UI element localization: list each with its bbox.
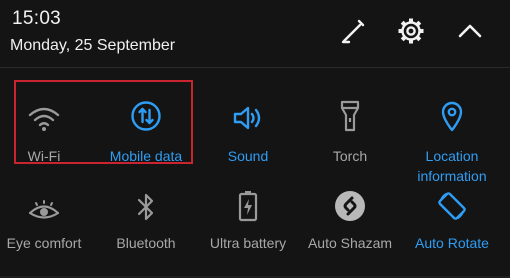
tile-label: Auto Rotate	[415, 235, 489, 251]
tile-bluetooth[interactable]: Bluetooth	[95, 190, 197, 253]
shazam-icon	[299, 190, 401, 222]
location-pin-icon	[401, 92, 503, 132]
status-date: Monday, 25 September	[10, 37, 176, 54]
settings-gear-icon[interactable]	[396, 16, 426, 46]
bluetooth-icon	[95, 190, 197, 222]
tile-label: Eye comfort	[6, 235, 82, 251]
collapse-chevron-up-icon[interactable]	[455, 16, 485, 46]
auto-rotate-icon	[401, 190, 503, 222]
header-divider	[0, 67, 510, 68]
tile-auto-rotate[interactable]: Auto Rotate	[401, 190, 503, 253]
tile-ultra-battery[interactable]: Ultra battery	[197, 190, 299, 253]
tile-label: Ultra battery	[209, 235, 287, 251]
tile-eye-comfort[interactable]: Eye comfort	[0, 190, 95, 253]
speaker-icon	[197, 92, 299, 132]
tile-label: Location information	[417, 148, 487, 184]
tile-label: Sound	[227, 148, 269, 164]
eye-icon	[0, 190, 95, 222]
status-time: 15:03	[12, 8, 62, 29]
battery-icon	[197, 190, 299, 222]
tile-label: Torch	[332, 148, 368, 164]
tile-sound[interactable]: Sound	[197, 92, 299, 166]
tile-auto-shazam[interactable]: Auto Shazam	[299, 190, 401, 253]
tile-label: Bluetooth	[116, 235, 176, 251]
edit-pencil-icon[interactable]	[338, 16, 368, 46]
tile-label: Auto Shazam	[307, 235, 393, 251]
torch-icon	[299, 92, 401, 132]
highlight-box	[14, 80, 193, 164]
tile-torch[interactable]: Torch	[299, 92, 401, 166]
tile-location[interactable]: Location information	[401, 92, 503, 186]
